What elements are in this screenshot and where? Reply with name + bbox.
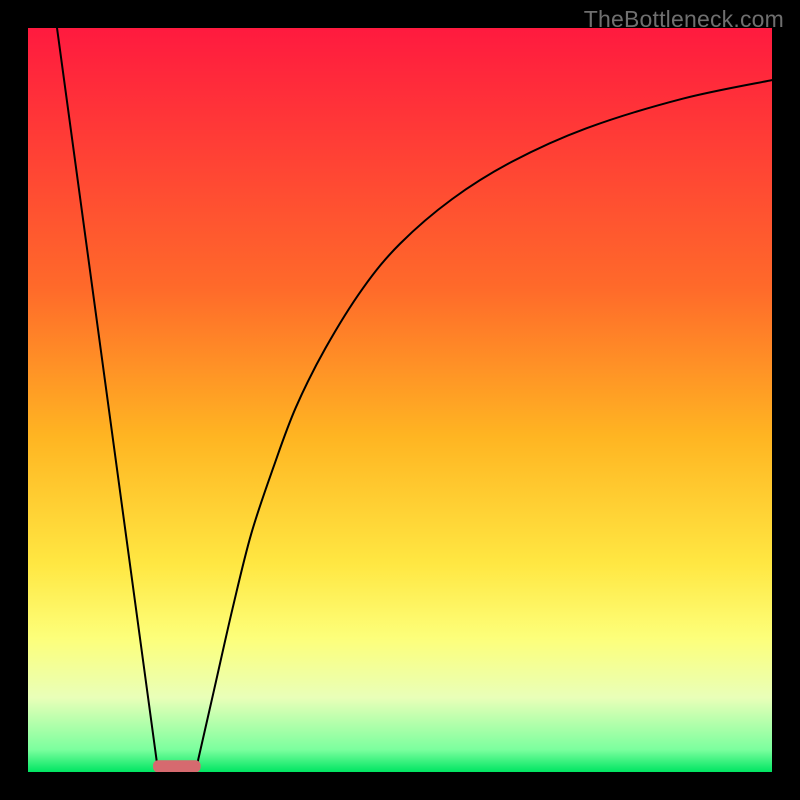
gradient-background xyxy=(28,28,772,772)
chart-plot-area xyxy=(28,28,772,772)
chart-frame: TheBottleneck.com xyxy=(0,0,800,800)
optimum-marker xyxy=(153,760,201,772)
watermark-text: TheBottleneck.com xyxy=(584,6,784,33)
chart-svg xyxy=(28,28,772,772)
